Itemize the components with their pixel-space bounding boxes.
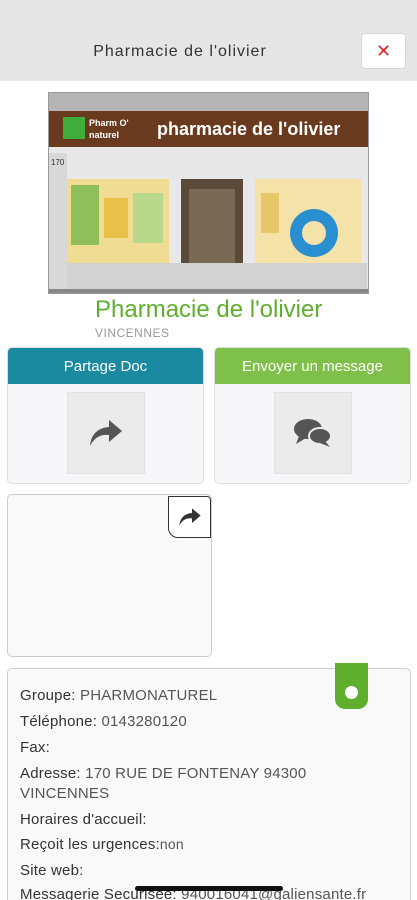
- info-telephone: Téléphone: 0143280120: [20, 713, 187, 730]
- share-doc-button[interactable]: [67, 392, 145, 474]
- share-icon: [178, 508, 201, 526]
- info-adresse-city: VINCENNES: [20, 785, 109, 802]
- close-icon: ✕: [375, 41, 392, 61]
- send-message-card[interactable]: Envoyer un message: [214, 347, 411, 484]
- fax-label: Fax:: [20, 739, 50, 756]
- info-adresse: Adresse: 170 RUE DE FONTENAY 94300: [20, 765, 306, 782]
- telephone-label: Téléphone:: [20, 713, 98, 730]
- share-icon: [90, 420, 122, 446]
- urgences-label: Reçoit les urgences:: [20, 836, 160, 853]
- adresse-label: Adresse:: [20, 765, 81, 782]
- urgences-value: non: [159, 836, 184, 852]
- telephone-value[interactable]: 0143280120: [101, 713, 186, 730]
- svg-text:naturel: naturel: [89, 130, 119, 140]
- share-doc-title: Partage Doc: [8, 348, 203, 384]
- groupe-value: PHARMONATUREL: [79, 687, 218, 704]
- info-dot-icon: [345, 686, 358, 699]
- info-tag: [335, 663, 368, 709]
- pharmacy-photo: Pharm O' naturel pharmacie de l'olivier …: [48, 92, 369, 294]
- chat-bubbles-icon: [294, 419, 332, 447]
- info-urgences: Reçoit les urgences:non: [20, 836, 184, 853]
- svg-text:Pharm O': Pharm O': [89, 118, 129, 128]
- info-groupe: Groupe: PHARMONATUREL: [20, 687, 217, 704]
- app-header: Pharmacie de l'olivier ✕: [0, 0, 417, 81]
- close-button[interactable]: ✕: [361, 33, 406, 69]
- horaires-label: Horaires d'accueil:: [20, 811, 147, 828]
- pharmacy-city: VINCENNES: [95, 326, 170, 340]
- site-web-label: Site web:: [20, 862, 84, 879]
- svg-text:170: 170: [51, 158, 65, 167]
- info-horaires: Horaires d'accueil:: [20, 811, 147, 828]
- info-site-web: Site web:: [20, 862, 84, 879]
- adresse-value-line1: 170 RUE DE FONTENAY 94300: [85, 765, 307, 782]
- document-share-button[interactable]: [168, 496, 211, 538]
- home-indicator[interactable]: [135, 886, 283, 891]
- page-title: Pharmacie de l'olivier: [93, 43, 267, 60]
- send-message-button[interactable]: [274, 392, 352, 474]
- share-doc-card[interactable]: Partage Doc: [7, 347, 204, 484]
- send-message-title: Envoyer un message: [215, 348, 410, 384]
- info-fax: Fax:: [20, 739, 50, 756]
- adresse-value-line2: VINCENNES: [20, 785, 110, 802]
- pharmacy-name: Pharmacie de l'olivier: [95, 296, 323, 323]
- groupe-label: Groupe:: [20, 687, 76, 704]
- sign-text: pharmacie de l'olivier: [157, 119, 340, 139]
